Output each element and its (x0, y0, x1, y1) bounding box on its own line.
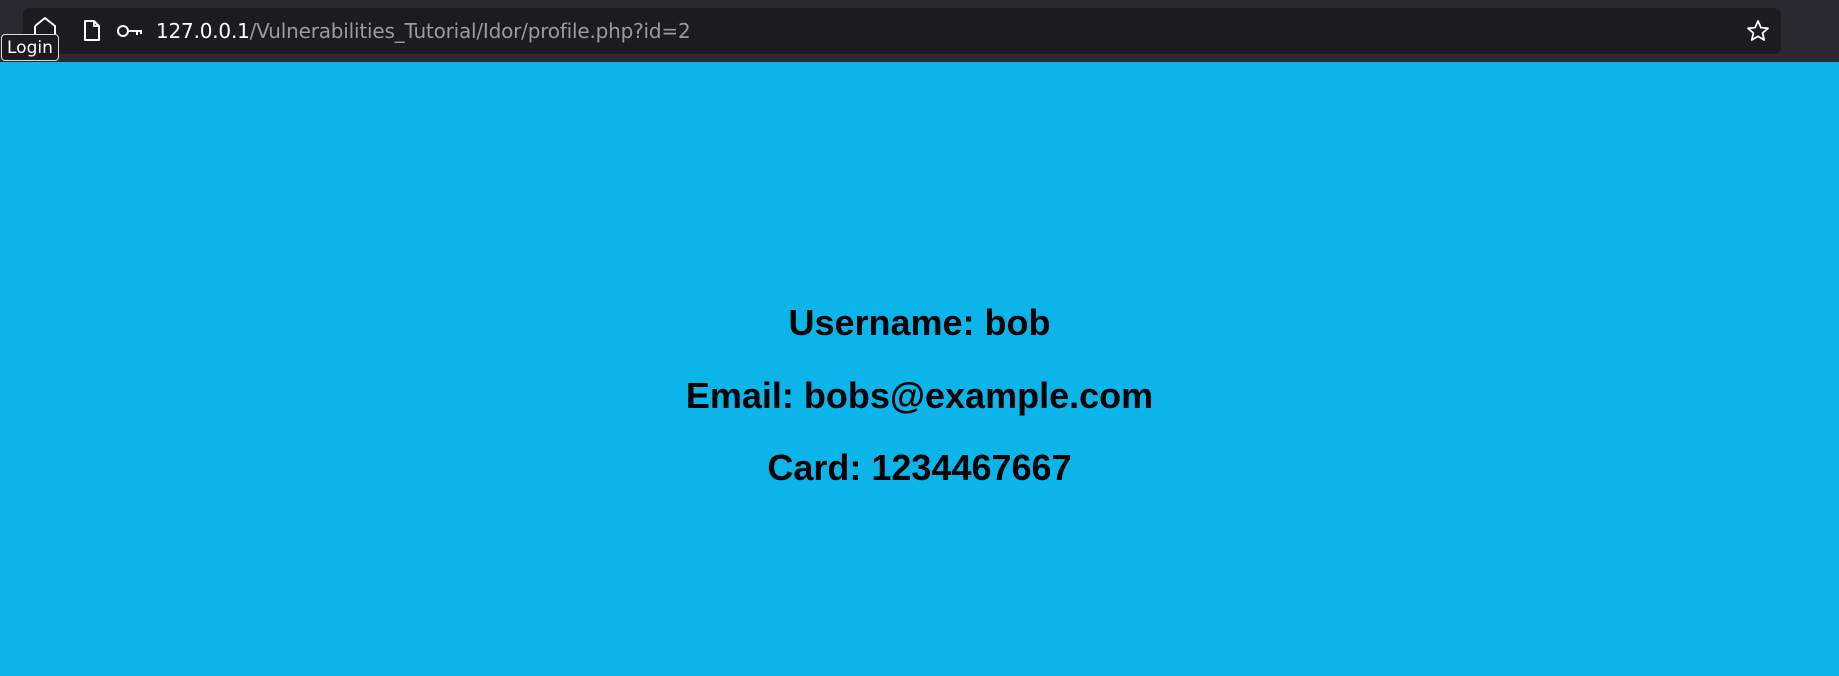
star-icon[interactable] (1743, 8, 1773, 54)
url-text[interactable]: 127.0.0.1/Vulnerabilities_Tutorial/Idor/… (156, 8, 691, 54)
email-line: Email: bobs@example.com (685, 375, 1154, 416)
address-bar[interactable]: 127.0.0.1/Vulnerabilities_Tutorial/Idor/… (23, 8, 1781, 54)
page-content: Username: bob Email: bobs@example.com Ca… (0, 62, 1839, 676)
browser-toolbar: 127.0.0.1/Vulnerabilities_Tutorial/Idor/… (0, 0, 1839, 62)
url-host: 127.0.0.1 (156, 19, 250, 43)
key-icon[interactable] (113, 8, 147, 54)
url-path: /Vulnerabilities_Tutorial/Idor/profile.p… (249, 19, 691, 43)
username-line: Username: bob (788, 302, 1051, 343)
card-line: Card: 1234467667 (767, 447, 1072, 488)
login-button[interactable]: Login (1, 34, 59, 61)
page-icon[interactable] (77, 8, 107, 54)
